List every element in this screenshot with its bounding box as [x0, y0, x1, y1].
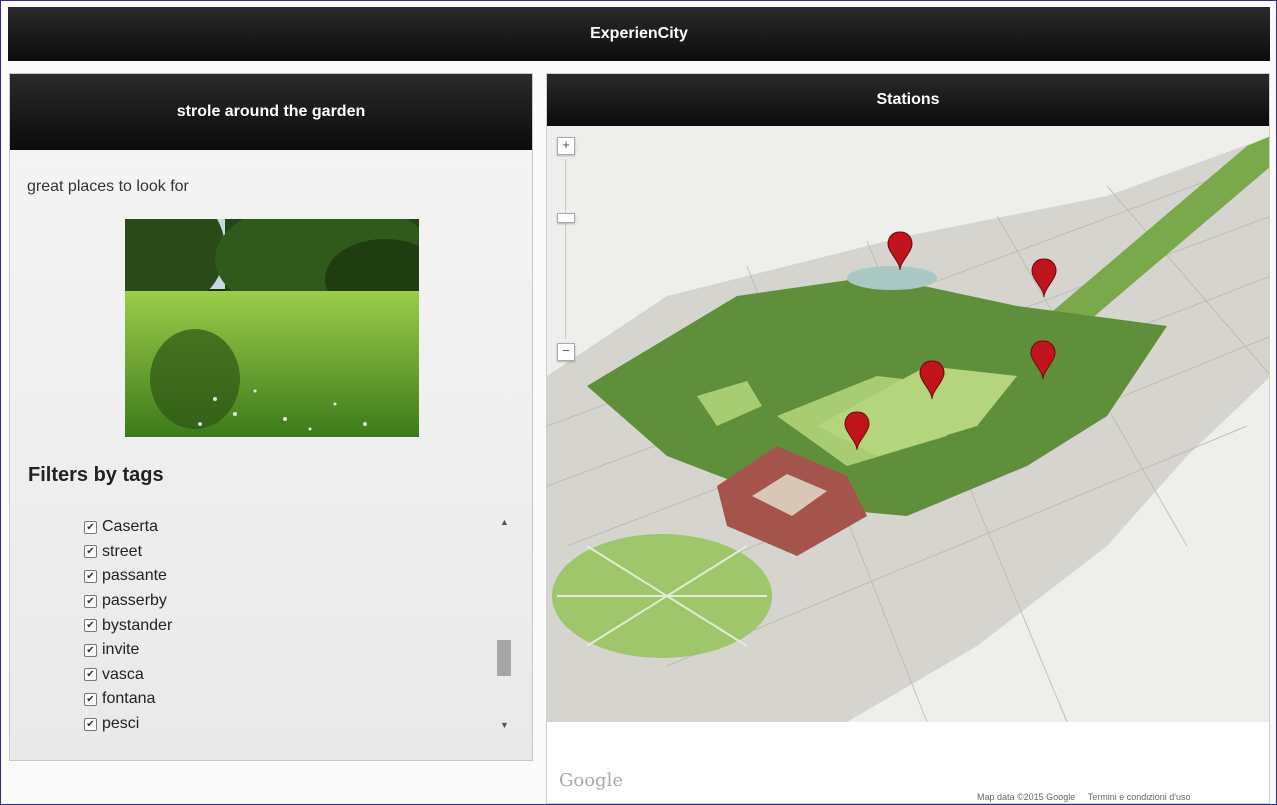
route-description: great places to look for [27, 178, 189, 195]
stations-panel: Stations + − Google Map data ©2015 Googl… [546, 73, 1270, 804]
map-view[interactable]: + − [547, 126, 1269, 723]
route-title: strole around the garden [176, 103, 366, 120]
tag-label: fontana [102, 690, 156, 708]
scroll-up-arrow-icon[interactable]: ▲ [500, 517, 509, 527]
filters-heading: Filters by tags [28, 464, 164, 486]
tag-label: pesci [102, 715, 140, 733]
checkbox[interactable]: ✔ [84, 717, 97, 731]
zoom-slider-track[interactable] [565, 159, 566, 339]
checkbox[interactable]: ✔ [84, 692, 97, 706]
map-data-text: Map data ©2015 Google [977, 792, 1076, 802]
route-title-bar: strole around the garden [10, 74, 532, 150]
app-title: ExperienCity [590, 25, 688, 42]
zoom-control[interactable]: + − [557, 137, 577, 367]
tag-item[interactable]: ✔ vasca [84, 663, 504, 688]
map-attribution: Map data ©2015 Google Termini e condizio… [967, 792, 1191, 802]
tag-item[interactable]: ✔ bystander [84, 613, 504, 638]
zoom-out-button[interactable]: − [557, 343, 575, 361]
tag-label: vasca [102, 665, 144, 683]
scrollbar-thumb[interactable] [497, 640, 511, 676]
tag-item[interactable]: ✔ passante [84, 564, 504, 589]
checkbox[interactable]: ✔ [84, 643, 97, 657]
garden-photo [125, 219, 419, 437]
app-title-bar: ExperienCity [8, 7, 1270, 61]
terms-link[interactable]: Termini e condizioni d'uso [1088, 792, 1191, 802]
checkbox[interactable]: ✔ [84, 594, 97, 608]
checkbox[interactable]: ✔ [84, 520, 97, 534]
checkbox[interactable]: ✔ [84, 569, 97, 583]
google-logo: Google [559, 770, 623, 791]
tag-label: street [102, 542, 143, 560]
tag-item[interactable]: ✔ fontana [84, 687, 504, 712]
zoom-in-button[interactable]: + [557, 137, 575, 155]
tag-label: passerby [102, 592, 167, 610]
tag-label: Caserta [102, 518, 159, 536]
checkbox[interactable]: ✔ [84, 619, 97, 633]
tag-label: bystander [102, 616, 173, 634]
tag-item[interactable]: ✔ pesci [84, 712, 504, 737]
tag-item[interactable]: ✔ Caserta [84, 515, 504, 540]
stations-title-bar: Stations [547, 74, 1269, 126]
checkbox[interactable]: ✔ [84, 668, 97, 682]
tag-item[interactable]: ✔ invite [84, 638, 504, 663]
tag-item[interactable]: ✔ passerby [84, 589, 504, 614]
tag-filter-list[interactable]: ✔ Caserta ✔ street ✔ passante ✔ passerby ✔ by… [84, 515, 504, 745]
scroll-down-arrow-icon[interactable]: ▼ [500, 720, 509, 730]
tag-label: invite [102, 641, 140, 659]
route-panel: strole around the garden great places to… [9, 73, 533, 761]
tag-item[interactable]: ✔ street [84, 540, 504, 565]
app-window: ExperienCity strole around the garden gr… [0, 0, 1277, 805]
tag-label: passante [102, 567, 167, 585]
stations-title: Stations [876, 91, 940, 108]
checkbox[interactable]: ✔ [84, 545, 97, 559]
zoom-slider-handle[interactable] [557, 213, 575, 223]
